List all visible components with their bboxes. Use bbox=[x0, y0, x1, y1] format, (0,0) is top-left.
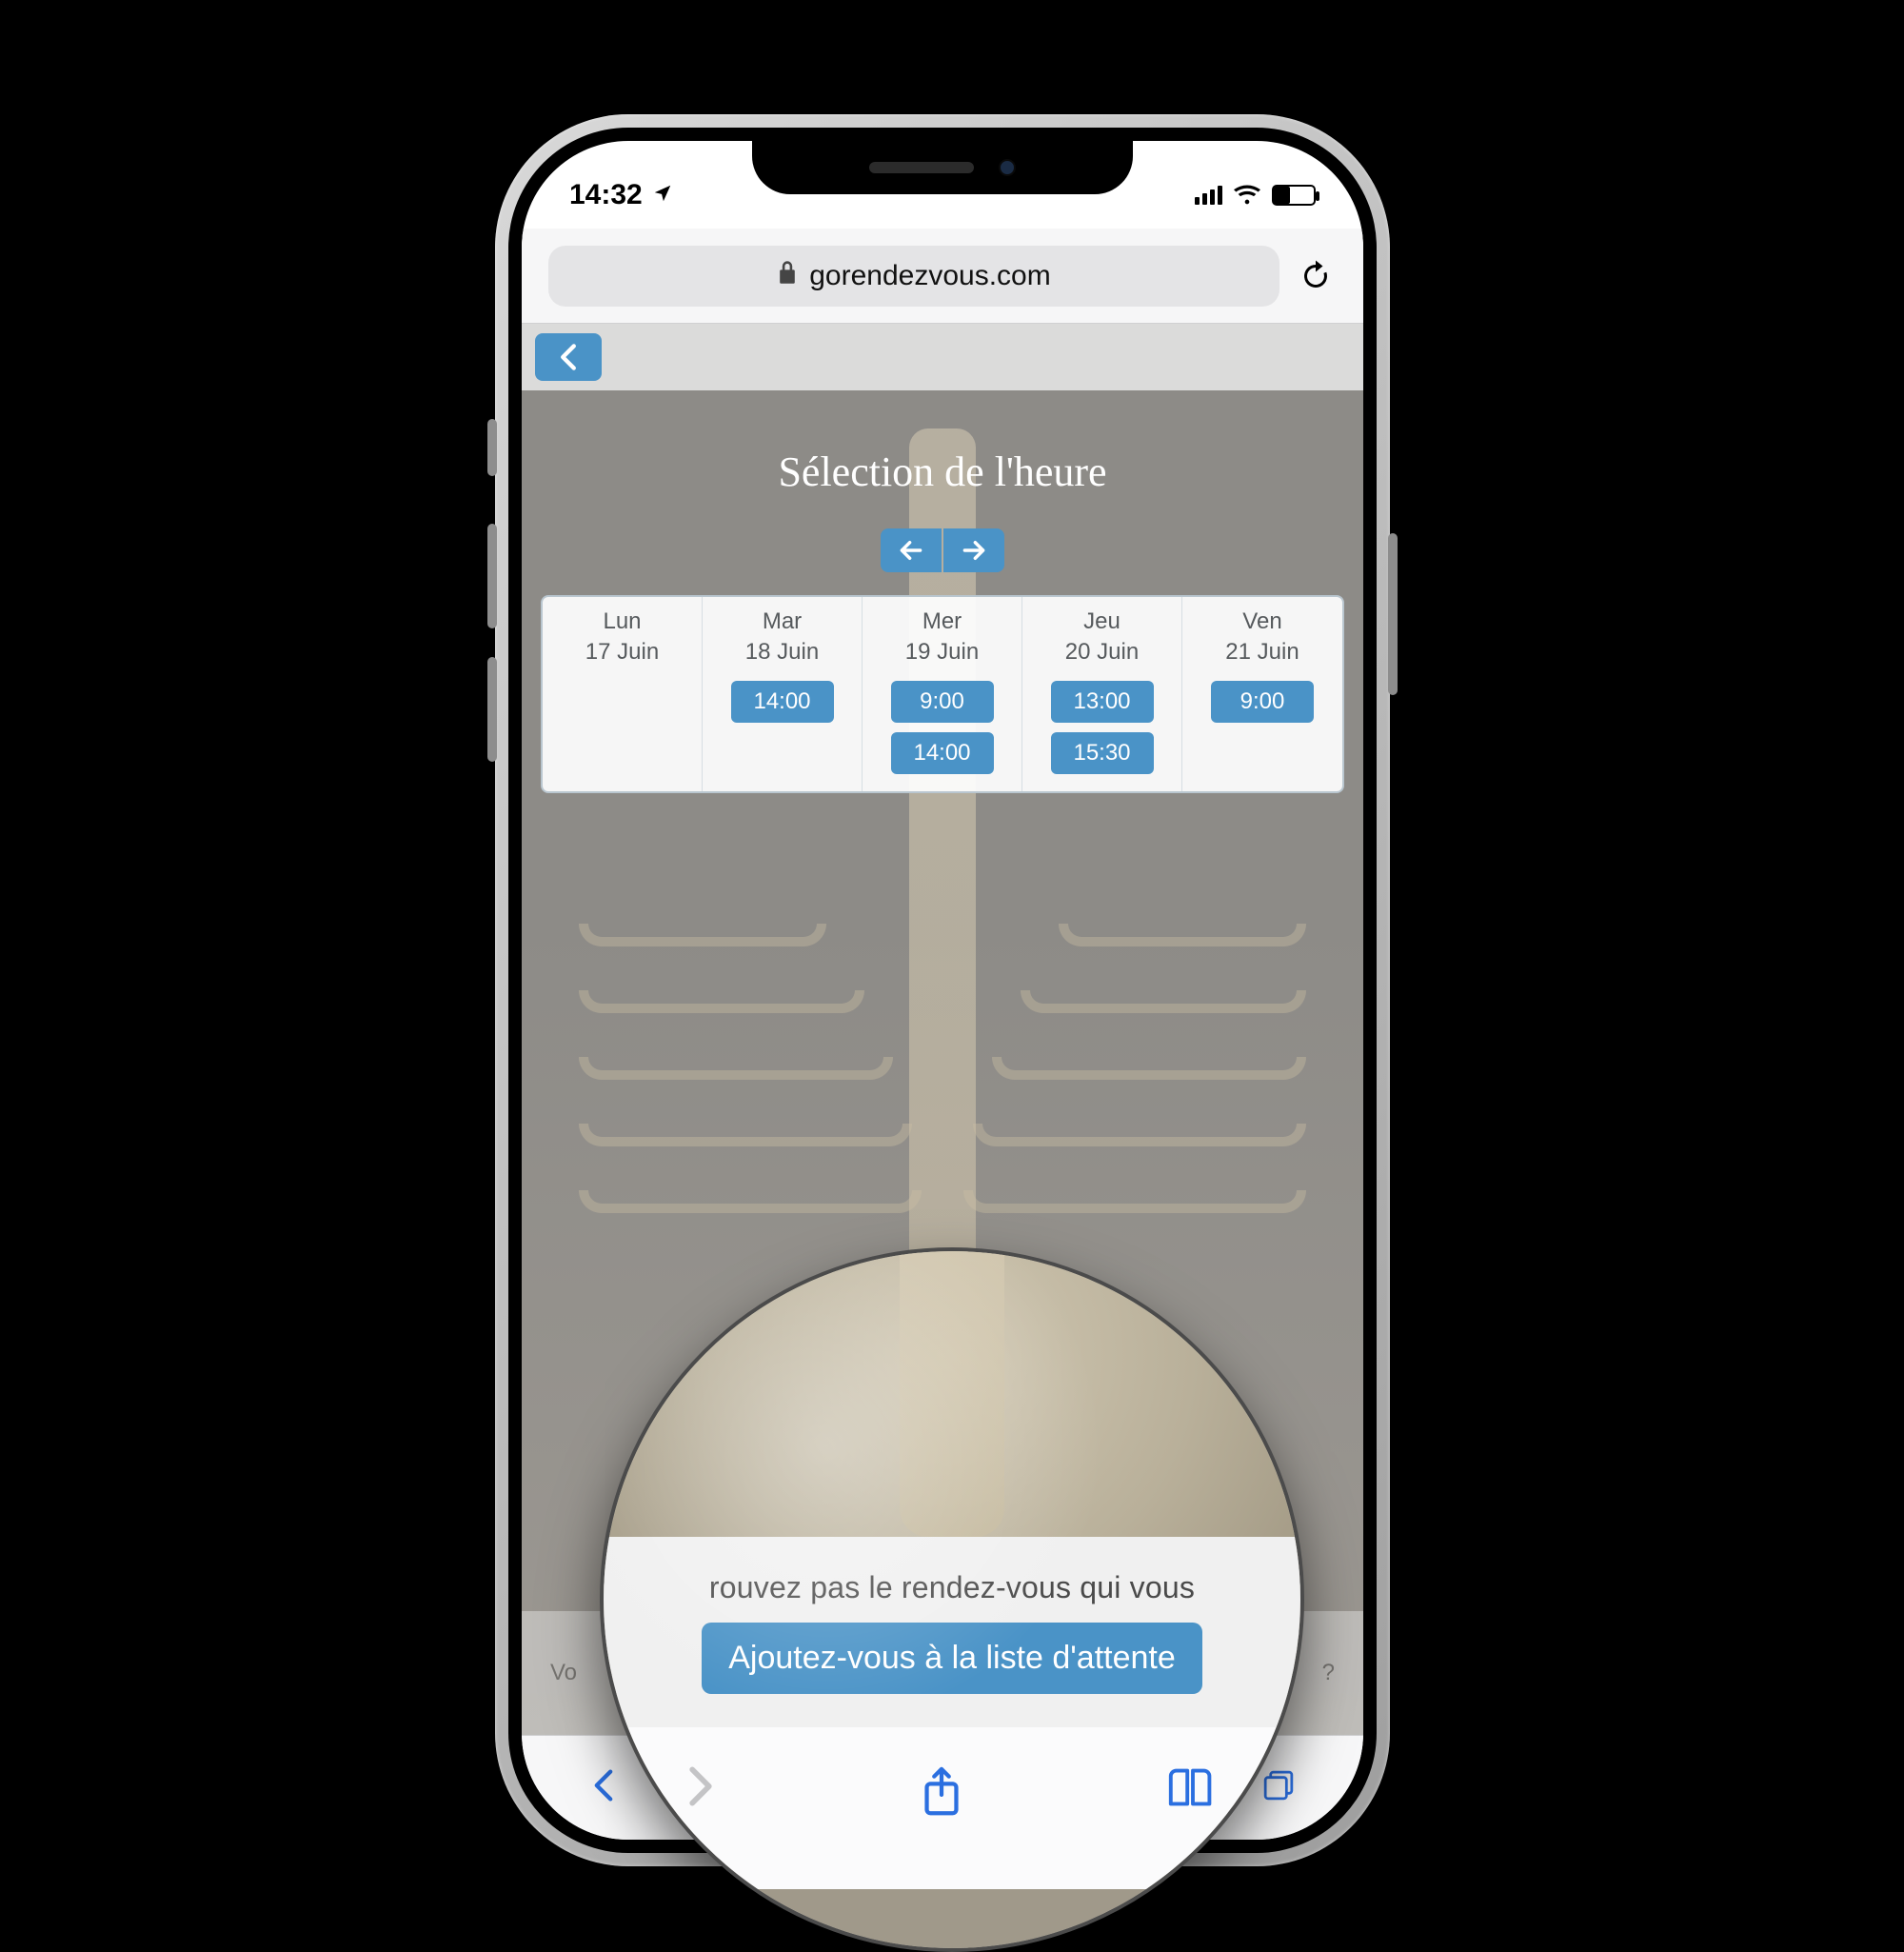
waitlist-faint-right: ? bbox=[1322, 1660, 1335, 1686]
prev-week-button[interactable] bbox=[881, 528, 942, 572]
day-date: 21 Juin bbox=[1190, 639, 1335, 666]
power-button bbox=[1388, 533, 1398, 695]
day-date: 18 Juin bbox=[710, 639, 854, 666]
time-slot[interactable]: 14:00 bbox=[731, 681, 834, 723]
wifi-icon bbox=[1234, 185, 1260, 206]
week-pager bbox=[522, 528, 1363, 572]
day-of-week: Mar bbox=[710, 608, 854, 635]
notch bbox=[752, 141, 1133, 194]
volume-up-button bbox=[487, 524, 497, 628]
day-of-week: Ven bbox=[1190, 608, 1335, 635]
magnifier-overlay: rouvez pas le rendez-vous qui vous Ajout… bbox=[600, 1247, 1304, 1952]
battery-icon bbox=[1272, 185, 1316, 206]
waitlist-banner: rouvez pas le rendez-vous qui vous Ajout… bbox=[604, 1537, 1300, 1727]
cellular-signal-icon bbox=[1195, 186, 1222, 205]
day-of-week: Lun bbox=[550, 608, 694, 635]
browser-address-bar: gorendezvous.com bbox=[522, 229, 1363, 324]
front-camera bbox=[999, 159, 1016, 176]
schedule-grid: Lun 17 Juin Mar 18 Juin 14:00 bbox=[541, 595, 1344, 793]
page-back-button[interactable] bbox=[535, 333, 602, 381]
schedule-col: Jeu 20 Juin 13:00 15:30 bbox=[1022, 597, 1182, 791]
next-week-button[interactable] bbox=[943, 528, 1004, 572]
address-domain: gorendezvous.com bbox=[809, 260, 1050, 292]
day-of-week: Mer bbox=[870, 608, 1014, 635]
schedule-col: Mer 19 Juin 9:00 14:00 bbox=[863, 597, 1022, 791]
magnified-toolbar bbox=[604, 1727, 1300, 1889]
schedule-col: Mar 18 Juin 14:00 bbox=[703, 597, 863, 791]
magnifier-spine bbox=[900, 1247, 1004, 1537]
lock-icon bbox=[777, 260, 798, 292]
time-slot[interactable]: 9:00 bbox=[891, 681, 994, 723]
magnified-share-button[interactable] bbox=[918, 1765, 965, 1825]
volume-down-button bbox=[487, 657, 497, 762]
page-title: Sélection de l'heure bbox=[522, 390, 1363, 496]
day-date: 20 Juin bbox=[1030, 639, 1174, 666]
location-services-icon bbox=[652, 179, 673, 211]
time-slot[interactable]: 14:00 bbox=[891, 732, 994, 774]
day-date: 19 Juin bbox=[870, 639, 1014, 666]
waitlist-faint-left: Vo bbox=[550, 1660, 577, 1686]
time-slot[interactable]: 13:00 bbox=[1051, 681, 1154, 723]
waitlist-button[interactable]: Ajoutez-vous à la liste d'attente bbox=[702, 1623, 1202, 1694]
schedule-col: Lun 17 Juin bbox=[543, 597, 703, 791]
time-slot[interactable]: 15:30 bbox=[1051, 732, 1154, 774]
schedule-col: Ven 21 Juin 9:00 bbox=[1182, 597, 1342, 791]
day-of-week: Jeu bbox=[1030, 608, 1174, 635]
earpiece-speaker bbox=[869, 162, 974, 173]
status-time: 14:32 bbox=[569, 179, 643, 211]
page-topbar bbox=[522, 324, 1363, 390]
day-date: 17 Juin bbox=[550, 639, 694, 666]
address-pill[interactable]: gorendezvous.com bbox=[548, 246, 1279, 307]
waitlist-prompt: rouvez pas le rendez-vous qui vous bbox=[709, 1570, 1195, 1605]
reload-button[interactable] bbox=[1299, 259, 1337, 293]
mute-switch bbox=[487, 419, 497, 476]
time-slot[interactable]: 9:00 bbox=[1211, 681, 1314, 723]
magnified-forward-button bbox=[684, 1765, 718, 1812]
magnified-bookmarks-button[interactable] bbox=[1165, 1765, 1220, 1814]
